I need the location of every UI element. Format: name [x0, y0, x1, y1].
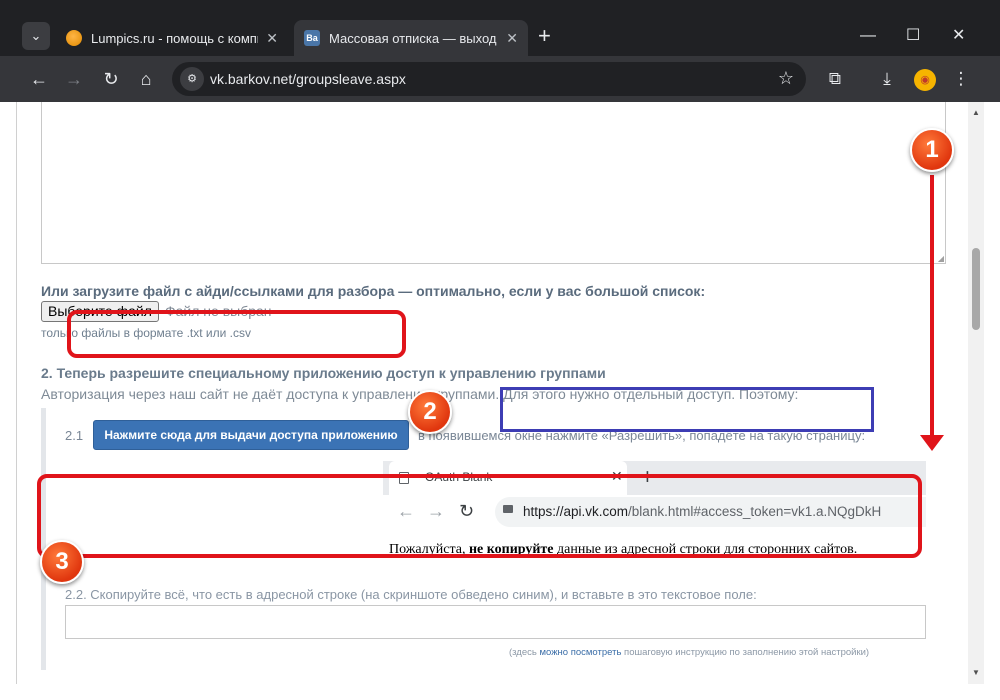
profile-avatar[interactable]: ◉	[914, 69, 936, 91]
reload-icon[interactable]: ↻	[98, 66, 124, 92]
url-highlight-box	[500, 387, 874, 432]
vk-favicon-icon: Ва	[304, 30, 320, 46]
links-textarea[interactable]: ◢	[41, 102, 946, 264]
home-icon[interactable]: ⌂	[133, 66, 159, 92]
page-scrollbar[interactable]: ▲ ▼	[968, 102, 984, 684]
step21-label: 2.1	[65, 428, 84, 443]
tab-title: Массовая отписка — выход из групп	[329, 30, 498, 46]
address-bar[interactable]: ⚙ vk.barkov.net/groupsleave.aspx ☆	[172, 62, 806, 96]
site-info-icon[interactable]: ⚙	[180, 67, 204, 91]
download-icon[interactable]: ⤓	[874, 66, 900, 92]
input-highlight-box	[37, 474, 922, 558]
instruction-footnote: (здесь можно посмотреть пошаговую инстру…	[509, 647, 870, 658]
scroll-down-icon[interactable]: ▼	[972, 668, 980, 677]
address-url[interactable]: vk.barkov.net/groupsleave.aspx	[210, 71, 406, 87]
minimize-button[interactable]: —	[860, 24, 876, 48]
tab-title: Lumpics.ru - помощь с компьютером	[91, 30, 258, 46]
step-marker-1: 1	[910, 128, 954, 172]
new-tab-button[interactable]: +	[538, 24, 551, 48]
tab-strip: ⌄ Lumpics.ru - помощь с компьютером ✕ Ва…	[0, 0, 1000, 56]
step22-label: 2.2. Скопируйте всё, что есть в адресной…	[65, 587, 757, 602]
bookmark-star-icon[interactable]: ☆	[778, 68, 794, 89]
tab-close-icon[interactable]: ✕	[506, 30, 518, 47]
scroll-arrow-line	[930, 175, 934, 443]
resize-grip-icon[interactable]: ◢	[938, 254, 944, 263]
tab-search-button[interactable]: ⌄	[22, 22, 50, 50]
menu-kebab-icon[interactable]: ⋮	[948, 66, 974, 92]
scroll-arrow-head-icon	[920, 435, 944, 451]
tab-lumpics[interactable]: Lumpics.ru - помощь с компьютером ✕	[56, 20, 288, 56]
button-highlight-box	[67, 310, 406, 358]
extensions-puzzle-icon[interactable]: ⧉	[822, 66, 848, 92]
step-marker-2: 2	[408, 390, 452, 434]
tab-close-icon[interactable]: ✕	[266, 30, 278, 47]
browser-toolbar: ← → ↻ ⌂ ⚙ vk.barkov.net/groupsleave.aspx…	[0, 56, 1000, 102]
lumpics-favicon-icon	[66, 30, 82, 46]
step2-heading: 2. Теперь разрешите специальному приложе…	[41, 365, 606, 381]
scroll-up-icon[interactable]: ▲	[972, 108, 980, 117]
instruction-link[interactable]: можно посмотреть	[539, 647, 621, 658]
window-close-button[interactable]: ✕	[952, 24, 965, 48]
window-bottom-edge	[0, 684, 1000, 700]
scrollbar-thumb[interactable]	[972, 248, 980, 330]
back-arrow-icon[interactable]: ←	[26, 66, 52, 92]
tab-groupsleave[interactable]: Ва Массовая отписка — выход из групп ✕	[294, 20, 528, 56]
maximize-button[interactable]: ☐	[906, 24, 920, 48]
upload-heading: Или загрузите файл с айди/ссылками для р…	[41, 283, 706, 299]
step-marker-3: 3	[40, 540, 84, 584]
forward-arrow-icon[interactable]: →	[61, 66, 87, 92]
grant-access-button[interactable]: Нажмите сюда для выдачи доступа приложен…	[93, 420, 409, 450]
token-input[interactable]	[65, 605, 926, 639]
